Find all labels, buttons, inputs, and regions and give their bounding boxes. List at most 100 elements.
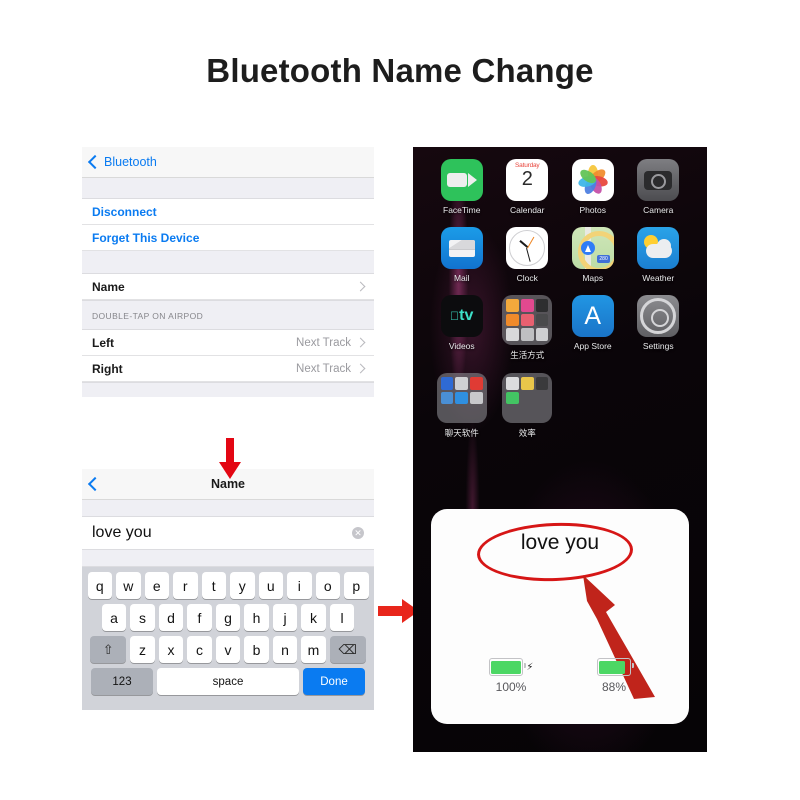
- app-camera[interactable]: Camera: [626, 159, 692, 215]
- right-airpod-row[interactable]: Right Next Track: [82, 356, 374, 382]
- red-arrow-down-icon: [219, 438, 241, 479]
- key-p[interactable]: p: [344, 572, 369, 599]
- app-label: Maps: [582, 273, 604, 283]
- keyboard-bottom-pad: [82, 701, 374, 710]
- left-airpod-row[interactable]: Left Next Track: [82, 330, 374, 356]
- battery-percent: 100%: [495, 680, 527, 694]
- key-g[interactable]: g: [215, 604, 241, 631]
- key-y[interactable]: y: [230, 572, 255, 599]
- clear-circle-icon[interactable]: ✕: [352, 527, 364, 539]
- disconnect-row[interactable]: Disconnect: [82, 199, 374, 225]
- key-m[interactable]: m: [301, 636, 326, 663]
- bluetooth-settings-screenshot: Bluetooth Disconnect Forget This Device …: [82, 147, 374, 435]
- app-label: 聊天软件: [444, 428, 479, 438]
- key-w[interactable]: w: [116, 572, 141, 599]
- section-spacer: [82, 178, 374, 199]
- name-input-value[interactable]: love you: [92, 524, 352, 542]
- key-d[interactable]: d: [158, 604, 184, 631]
- app-videos[interactable]: tv Videos: [429, 295, 495, 361]
- calendar-day: 2: [521, 168, 533, 190]
- key-l[interactable]: l: [329, 604, 355, 631]
- key-u[interactable]: u: [258, 572, 283, 599]
- app-label: Calendar: [510, 205, 545, 215]
- app-mail[interactable]: Mail: [429, 227, 495, 283]
- lightning-bolt-icon: ⚡: [526, 661, 534, 673]
- disconnect-label: Disconnect: [92, 204, 157, 219]
- folder-icon: [436, 373, 487, 423]
- left-airpod-label: Left: [92, 335, 114, 350]
- key-c[interactable]: c: [187, 636, 212, 663]
- keyboard-row-3: ⇧ z x c v b n m ⌫: [84, 636, 372, 663]
- space-key[interactable]: space: [157, 668, 299, 695]
- app-clock[interactable]: Clock: [495, 227, 561, 283]
- battery-icon: [488, 658, 526, 676]
- app-settings[interactable]: Settings: [626, 295, 692, 361]
- maps-route-badge: 280: [597, 255, 610, 263]
- app-label: Camera: [643, 205, 674, 215]
- key-e[interactable]: e: [144, 572, 169, 599]
- app-folder-chat[interactable]: 聊天软件: [429, 373, 495, 439]
- photos-icon: [571, 159, 614, 201]
- forget-this-device-row[interactable]: Forget This Device: [82, 225, 374, 251]
- airpods-battery-card: love you ⚡ 100% 88%: [431, 509, 689, 724]
- key-s[interactable]: s: [130, 604, 155, 631]
- name-text-field[interactable]: love you ✕: [82, 517, 374, 550]
- key-o[interactable]: o: [315, 572, 340, 599]
- done-key[interactable]: Done: [303, 668, 365, 695]
- app-label: App Store: [573, 341, 612, 351]
- settings-nav-bar: Bluetooth: [82, 147, 374, 178]
- right-airpod-value: Next Track: [296, 362, 351, 375]
- key-z[interactable]: z: [130, 636, 155, 663]
- key-q[interactable]: q: [87, 572, 112, 599]
- key-h[interactable]: h: [244, 604, 269, 631]
- app-facetime[interactable]: FaceTime: [429, 159, 495, 215]
- app-label: 生活方式: [510, 350, 545, 360]
- app-photos[interactable]: Photos: [560, 159, 626, 215]
- key-x[interactable]: x: [158, 636, 184, 663]
- weather-icon: [637, 227, 680, 269]
- page-title: Bluetooth Name Change: [206, 52, 594, 89]
- app-label: Mail: [453, 273, 470, 283]
- key-v[interactable]: v: [215, 636, 241, 663]
- key-k[interactable]: k: [301, 604, 326, 631]
- key-f[interactable]: f: [187, 604, 212, 631]
- app-label: Videos: [448, 341, 475, 351]
- app-grid: FaceTime Saturday 2 Calendar Photos Came…: [413, 159, 707, 439]
- key-b[interactable]: b: [244, 636, 269, 663]
- double-tap-section-header: DOUBLE-TAP ON AIRPOD: [82, 300, 374, 325]
- name-row[interactable]: Name: [82, 274, 374, 300]
- shift-arrow-icon[interactable]: ⇧: [90, 636, 127, 663]
- onscreen-keyboard[interactable]: q w e r t y u i o p a s d f g h j k l ⇧ …: [82, 567, 374, 701]
- key-r[interactable]: r: [173, 572, 198, 599]
- chevron-right-icon: [355, 363, 366, 374]
- keyboard-row-2: a s d f g h j k l: [84, 604, 372, 631]
- numeric-key[interactable]: 123: [91, 668, 153, 695]
- app-maps[interactable]: 280 Maps: [560, 227, 626, 283]
- app-store-glyph: A: [584, 301, 602, 330]
- maps-icon: 280: [571, 227, 614, 269]
- key-n[interactable]: n: [272, 636, 298, 663]
- back-to-bluetooth-button[interactable]: Bluetooth: [82, 154, 157, 170]
- below-field-spacer: [82, 550, 374, 567]
- camera-icon: [637, 159, 680, 201]
- app-calendar[interactable]: Saturday 2 Calendar: [495, 159, 561, 215]
- backspace-icon[interactable]: ⌫: [329, 636, 366, 663]
- key-a[interactable]: a: [101, 604, 127, 631]
- forget-device-label: Forget This Device: [92, 230, 200, 245]
- panel-bottom-spacer: [82, 382, 374, 397]
- app-store-icon: A: [571, 295, 614, 337]
- key-i[interactable]: i: [287, 572, 312, 599]
- app-folder-lifestyle[interactable]: 生活方式: [495, 295, 561, 361]
- key-j[interactable]: j: [272, 604, 298, 631]
- keyboard-row-1: q w e r t y u i o p: [84, 572, 372, 599]
- app-weather[interactable]: Weather: [626, 227, 692, 283]
- facetime-icon: [440, 159, 483, 201]
- chevron-right-icon: [355, 281, 366, 292]
- app-folder-productivity[interactable]: 效率: [495, 373, 561, 439]
- clock-icon: [506, 227, 549, 269]
- app-app-store[interactable]: A App Store: [560, 295, 626, 361]
- chevron-left-icon: [87, 154, 103, 170]
- app-label: Clock: [516, 273, 538, 283]
- chevron-right-icon: [355, 337, 366, 348]
- key-t[interactable]: t: [201, 572, 226, 599]
